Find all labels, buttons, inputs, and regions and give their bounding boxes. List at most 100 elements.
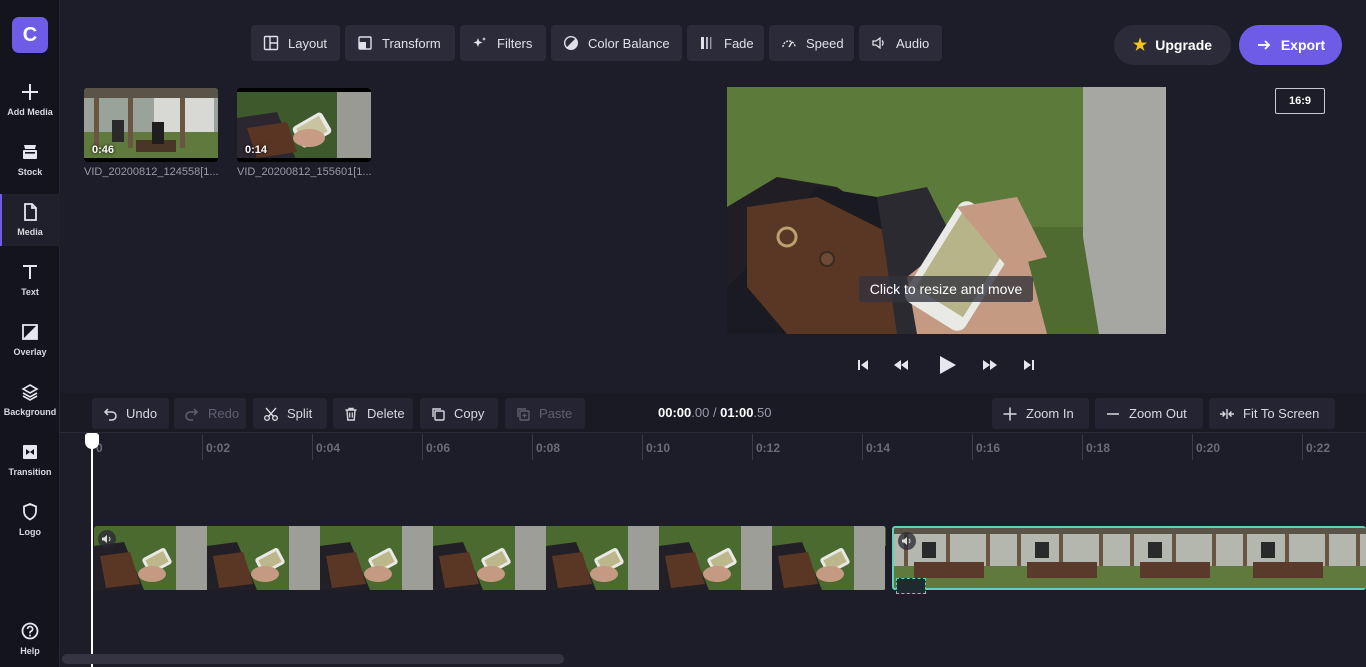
sidebar-item-overlay[interactable]: Overlay — [0, 318, 60, 374]
clip-frame — [1120, 528, 1233, 588]
sidebar-item-label: Help — [20, 646, 40, 656]
clip-volume-icon[interactable] — [898, 532, 916, 550]
time-separator: / — [709, 405, 721, 420]
ruler-tick — [642, 434, 643, 460]
split-label: Split — [287, 406, 313, 421]
ruler-label: 0:08 — [536, 441, 561, 455]
fit-to-screen-label: Fit To Screen — [1243, 406, 1320, 421]
copy-button[interactable]: Copy — [420, 398, 498, 429]
split-button[interactable]: Split — [253, 398, 327, 429]
undo-button[interactable]: Undo — [92, 398, 169, 429]
speedometer-icon — [782, 40, 796, 48]
sidebar-item-label: Text — [21, 287, 39, 297]
fade-icon — [701, 37, 712, 49]
ruler-tick — [1082, 434, 1083, 460]
app-logo-letter: C — [22, 23, 38, 46]
sidebar-item-help[interactable]: Help — [0, 617, 60, 667]
ruler-label: 0:16 — [976, 441, 1001, 455]
clip-frame — [1007, 528, 1120, 588]
transform-button[interactable]: Transform — [345, 25, 455, 61]
sidebar-item-stock[interactable]: Stock — [0, 138, 60, 194]
timeline-clip-selected[interactable] — [892, 526, 1366, 590]
delete-button[interactable]: Delete — [333, 398, 413, 429]
aspect-ratio-button[interactable]: 16:9 — [1275, 88, 1325, 114]
copy-icon — [432, 407, 445, 421]
ruler-label: 0:14 — [866, 441, 891, 455]
zoom-in-label: Zoom In — [1026, 406, 1074, 421]
total-time: 01:00 — [720, 405, 754, 420]
preview-hint: Click to resize and move — [859, 276, 1033, 302]
upgrade-label: Upgrade — [1155, 37, 1213, 53]
export-label: Export — [1280, 37, 1326, 53]
sidebar-item-add-media[interactable]: Add Media — [0, 78, 60, 134]
media-filename: VID_20200812_155601[1... — [237, 166, 372, 178]
ruler-label: 0:02 — [206, 441, 231, 455]
sidebar-item-label: Stock — [17, 167, 43, 177]
play-button[interactable] — [934, 354, 960, 376]
ruler-tick — [532, 434, 533, 460]
media-filename: VID_20200812_124558[1... — [84, 166, 219, 178]
scissors-icon — [264, 407, 278, 421]
media-thumbnail[interactable]: 0:46 — [84, 88, 218, 162]
layout-button[interactable]: Layout — [251, 25, 340, 61]
timeline-scrollbar[interactable] — [62, 654, 564, 664]
speed-button[interactable]: Speed — [769, 25, 854, 61]
color-balance-icon — [563, 35, 579, 51]
ruler-label: 0:10 — [646, 441, 671, 455]
rewind-button[interactable] — [889, 354, 913, 376]
zoom-in-button[interactable]: Zoom In — [992, 398, 1089, 429]
media-thumbnail[interactable]: 0:14 — [237, 88, 371, 162]
minus-icon — [1107, 412, 1119, 415]
sidebar-item-text[interactable]: Text — [0, 258, 60, 314]
sidebar-item-background[interactable]: Background — [0, 378, 60, 434]
skip-to-start-button[interactable] — [854, 354, 872, 376]
clip-frame — [772, 526, 885, 590]
app-logo[interactable]: C — [12, 17, 48, 53]
layers-icon — [21, 384, 39, 401]
sidebar-item-label: Overlay — [13, 347, 47, 357]
filters-button[interactable]: Filters — [460, 25, 546, 61]
sidebar-item-media[interactable]: Media — [0, 194, 60, 246]
sidebar-item-label: Logo — [19, 527, 41, 537]
skip-to-end-button[interactable] — [1020, 354, 1038, 376]
shield-icon — [23, 503, 37, 521]
sidebar-item-label: Transition — [8, 467, 52, 477]
current-time: 00:00 — [658, 405, 692, 420]
redo-button[interactable]: Redo — [174, 398, 246, 429]
audio-label: Audio — [896, 35, 930, 51]
sidebar-item-label: Background — [3, 407, 57, 417]
fade-button[interactable]: Fade — [687, 25, 764, 61]
playhead-handle[interactable] — [85, 433, 99, 449]
help-icon — [21, 622, 39, 640]
skip-forward-icon — [1024, 360, 1034, 370]
ruler-tick — [422, 434, 423, 460]
playhead-line — [91, 446, 93, 667]
ruler-tick — [862, 434, 863, 460]
star-icon: ★ — [1132, 37, 1148, 54]
sidebar-item-logo[interactable]: Logo — [0, 498, 60, 554]
fade-label: Fade — [724, 35, 754, 51]
skip-back-icon — [858, 360, 868, 370]
clip-volume-icon[interactable] — [98, 530, 116, 548]
transform-icon — [358, 36, 372, 50]
text-icon — [23, 265, 37, 279]
paste-button[interactable]: Paste — [505, 398, 585, 429]
ruler-label: 0:18 — [1086, 441, 1111, 455]
filters-label: Filters — [497, 35, 533, 51]
color-balance-button[interactable]: Color Balance — [551, 25, 682, 61]
fit-icon — [1220, 408, 1234, 419]
fast-forward-icon — [983, 360, 997, 370]
media-duration: 0:14 — [245, 144, 268, 156]
fit-to-screen-button[interactable]: Fit To Screen — [1209, 398, 1335, 429]
export-button[interactable]: Export — [1239, 25, 1342, 65]
delete-label: Delete — [367, 406, 405, 421]
timeline-ruler[interactable]: 0 0:02 0:04 0:06 0:08 0:10 0:12 0:14 0:16 0:18 0:2… — [60, 434, 1366, 460]
clip-frame — [546, 526, 659, 590]
sidebar-item-transition[interactable]: Transition — [0, 438, 60, 494]
audio-button[interactable]: Audio — [859, 25, 942, 61]
zoom-out-button[interactable]: Zoom Out — [1095, 398, 1203, 429]
fast-forward-button[interactable] — [978, 354, 1002, 376]
clip-handle[interactable] — [896, 578, 926, 594]
timeline-clip[interactable] — [94, 526, 886, 590]
upgrade-button[interactable]: ★ Upgrade — [1114, 25, 1231, 65]
